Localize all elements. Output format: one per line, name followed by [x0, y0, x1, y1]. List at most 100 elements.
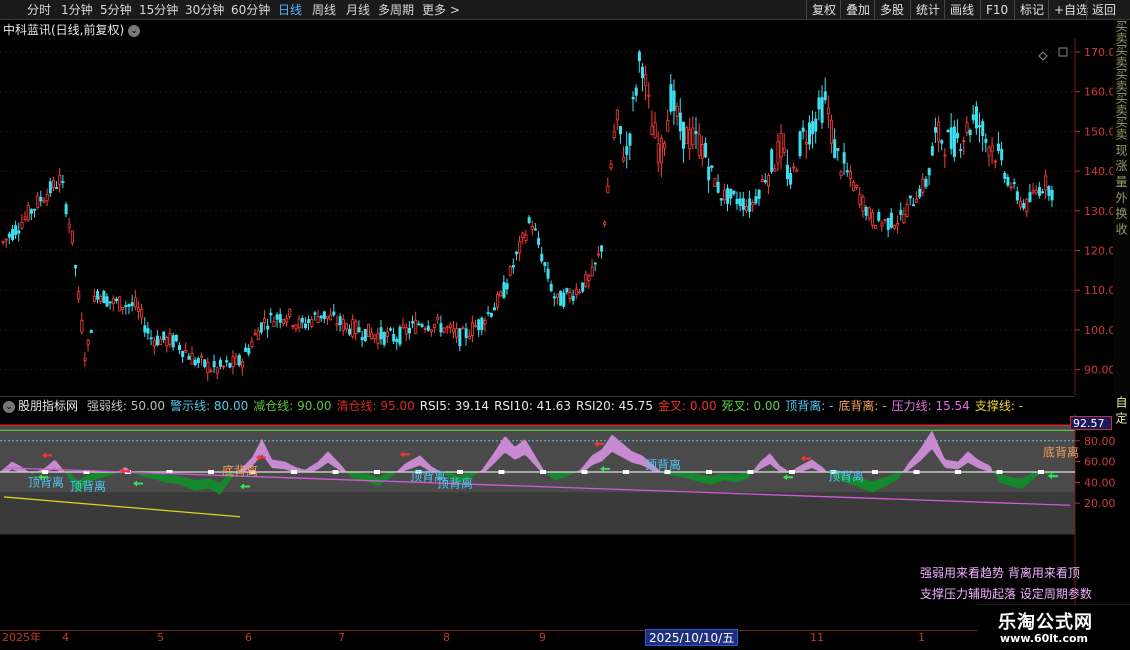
- period-tab-more[interactable]: 更多 >: [422, 2, 460, 18]
- candle: [181, 350, 185, 364]
- candle: [370, 327, 374, 340]
- period-tab-multi[interactable]: 多周期: [378, 2, 414, 18]
- candle: [559, 290, 563, 306]
- rsi-band-segment: [964, 453, 966, 466]
- mark-button[interactable]: 标记: [1014, 0, 1049, 20]
- candle: [974, 101, 978, 136]
- indicator-name[interactable]: 股朋指标网: [18, 399, 78, 413]
- candle: [187, 352, 191, 360]
- candle: [297, 314, 301, 333]
- rsi-band-segment: [718, 474, 720, 483]
- rsi-band-segment: [418, 455, 420, 467]
- bottom-divergence-label: 底背离: [222, 463, 258, 478]
- top-divergence-label: 顶背离: [437, 476, 473, 491]
- candle: [883, 218, 887, 224]
- rsi-band-segment: [686, 472, 688, 479]
- candle: [414, 311, 418, 335]
- strength-marker: [42, 470, 48, 474]
- rsi-band-segment: [694, 473, 696, 482]
- chevron-down-icon[interactable]: ⌄: [128, 24, 141, 37]
- rsi-band-segment: [360, 472, 362, 480]
- adjust-button[interactable]: 复权: [806, 0, 841, 20]
- candle: [278, 308, 282, 329]
- strength-marker: [706, 470, 712, 474]
- f10-button[interactable]: F10: [980, 0, 1013, 20]
- rsi-band-segment: [420, 455, 422, 467]
- rsi-band-segment: [564, 472, 566, 478]
- rsi-band-segment: [556, 472, 558, 480]
- strength-marker: [913, 470, 920, 474]
- period-tab-daily[interactable]: 日线: [278, 2, 302, 18]
- candle: [338, 313, 342, 332]
- period-tab-intraday[interactable]: 分时: [27, 2, 51, 18]
- back-button[interactable]: 返回: [1086, 0, 1121, 20]
- candle: [763, 173, 767, 185]
- candle: [600, 245, 604, 259]
- rsi-band-segment: [190, 478, 192, 490]
- multi-stock-button[interactable]: 多股: [874, 0, 909, 20]
- candle: [606, 177, 610, 194]
- candle: [1000, 141, 1004, 166]
- candle: [86, 338, 90, 352]
- period-tab-weekly[interactable]: 周线: [312, 2, 336, 18]
- candle: [215, 366, 219, 380]
- chevron-down-icon[interactable]: ⌄: [3, 400, 15, 413]
- rsi-band-segment: [208, 478, 210, 489]
- candle: [644, 65, 648, 101]
- candle: [848, 165, 852, 187]
- candle: [738, 192, 742, 212]
- candle: [48, 177, 52, 198]
- rsi-band-segment: [382, 474, 384, 484]
- period-tab-30min[interactable]: 30分钟: [185, 2, 224, 18]
- candle: [99, 294, 103, 305]
- period-tab-15min[interactable]: 15分钟: [139, 2, 178, 18]
- statistics-button[interactable]: 统计: [910, 0, 945, 20]
- candle: [395, 336, 399, 350]
- candle: [1003, 170, 1007, 184]
- candle: [285, 314, 289, 327]
- candle: [855, 184, 859, 190]
- candle: [587, 273, 591, 290]
- rsi-band-segment: [288, 463, 290, 472]
- candle: [275, 312, 279, 328]
- rsi-band-segment: [280, 460, 282, 470]
- draw-line-button[interactable]: 画线: [944, 0, 979, 20]
- period-tab-monthly[interactable]: 月线: [346, 2, 370, 18]
- stock-title[interactable]: 中科蓝讯(日线,前复权) ⌄: [3, 22, 141, 38]
- candle: [108, 301, 112, 310]
- strength-marker: [955, 470, 961, 474]
- rsi-band-segment: [354, 472, 356, 479]
- date-label: 1: [918, 631, 925, 644]
- candle: [990, 137, 994, 165]
- candle: [965, 116, 969, 137]
- candle: [1037, 181, 1041, 199]
- candle: [893, 224, 897, 230]
- rsi-band-segment: [200, 479, 202, 491]
- candle: [385, 326, 389, 344]
- candle: [685, 126, 689, 145]
- candlestick-chart[interactable]: 170.0 160.0 150.0 140.0 130.0 120.0 110.0 100.0…: [0, 38, 1130, 395]
- rsi-band-segment: [104, 472, 106, 478]
- indicator-chart[interactable]: 顶背离 顶背离顶背离顶背离顶背离顶背离底背离底背离 80.0060.0040.00…: [0, 414, 1130, 630]
- candle: [688, 117, 692, 160]
- period-tab-60min[interactable]: 60分钟: [231, 2, 270, 18]
- overlay-button[interactable]: 叠加: [840, 0, 875, 20]
- strength-marker: [623, 470, 629, 474]
- rsi-band-segment: [952, 460, 954, 469]
- candle: [127, 303, 131, 315]
- rsi-band-segment: [890, 474, 892, 484]
- candle: [952, 120, 956, 162]
- period-tab-5min[interactable]: 5分钟: [100, 2, 132, 18]
- period-tab-1min[interactable]: 1分钟: [61, 2, 93, 18]
- rsi-band-segment: [872, 480, 874, 493]
- candle: [319, 315, 323, 322]
- candle: [411, 315, 415, 329]
- candle: [1015, 186, 1019, 205]
- rsi-band-segment: [688, 472, 690, 479]
- rsi-band-segment: [518, 442, 520, 459]
- rsi-band-segment: [506, 436, 508, 455]
- rsi-band-segment: [1018, 478, 1020, 489]
- rsi-band-segment: [886, 476, 888, 487]
- rsi-band-segment: [814, 460, 816, 470]
- candle: [392, 327, 396, 345]
